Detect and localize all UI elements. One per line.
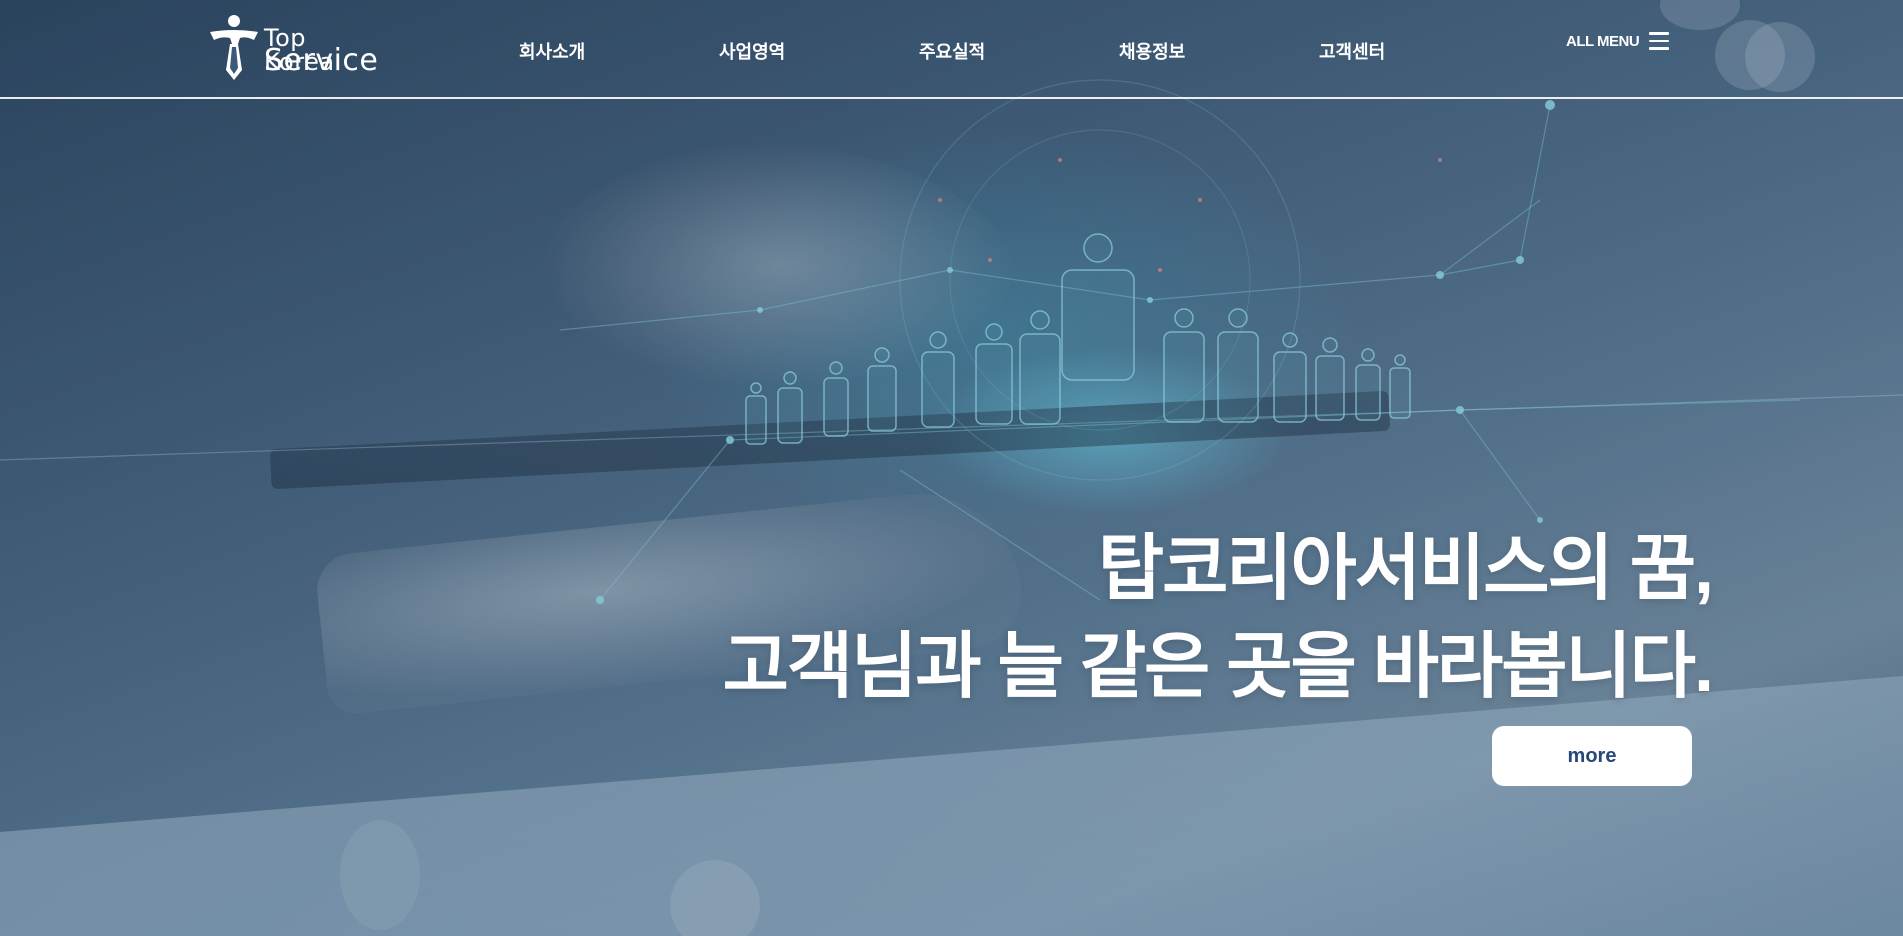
hero-background [0, 0, 1903, 936]
nav-item-achievements[interactable]: 주요실적 [919, 38, 985, 64]
logo-text-bottom: Service [264, 43, 379, 78]
logo[interactable]: Top Korea Service [208, 14, 378, 80]
hero-headline-line1: 탑코리아서비스의 꿈, [1097, 529, 1714, 609]
all-menu-label: ALL MENU [1566, 32, 1640, 50]
all-menu-button[interactable]: ALL MENU [1566, 32, 1670, 50]
hero-headline: 탑코리아서비스의 꿈, 고객님과 늘 같은 곳을 바라봅니다. [722, 520, 1714, 716]
hero-headline-line2: 고객님과 늘 같은 곳을 바라봅니다. [722, 627, 1714, 707]
tie-person-logo-icon [210, 15, 258, 80]
nav-item-business[interactable]: 사업영역 [719, 38, 785, 64]
nav-item-company[interactable]: 회사소개 [519, 38, 585, 64]
more-button[interactable]: more [1492, 726, 1692, 786]
hamburger-icon [1649, 32, 1670, 50]
site-header: Top Korea Service 회사소개 사업영역 주요실적 채용정보 고객… [0, 0, 1903, 99]
nav-item-careers[interactable]: 채용정보 [1119, 38, 1185, 64]
nav-item-customer-center[interactable]: 고객센터 [1319, 38, 1385, 64]
hero-overlay [0, 0, 1903, 936]
